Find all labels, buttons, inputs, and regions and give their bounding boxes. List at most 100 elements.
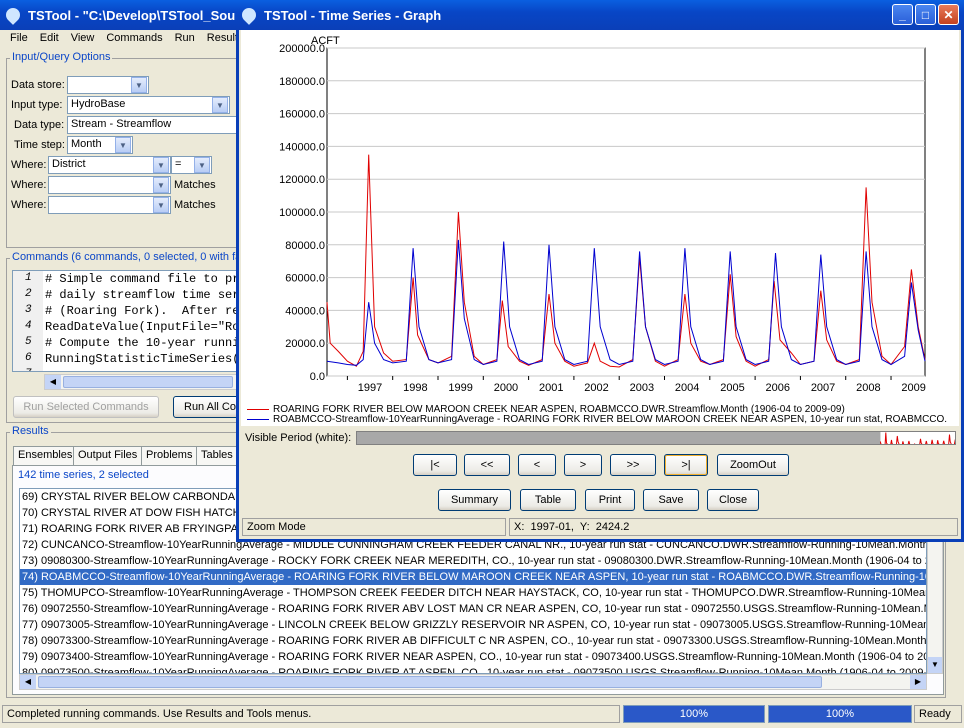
code-text: # (Roaring Fork). After re	[45, 304, 238, 318]
menu-edit[interactable]: Edit	[34, 30, 65, 48]
where3-operator[interactable]: Matches	[174, 199, 216, 211]
chevron-down-icon[interactable]: ▼	[115, 137, 131, 153]
scroll-left-arrow[interactable]: ◀	[45, 375, 61, 389]
progress-bar-2: 100%	[768, 705, 912, 723]
menu-view[interactable]: View	[65, 30, 101, 48]
list-hscrollbar[interactable]: ◀ ▶	[19, 674, 927, 690]
datatype-label: Data type:	[14, 119, 65, 131]
chevron-down-icon[interactable]: ▼	[131, 77, 147, 93]
y-tick-label: 140000.0	[279, 141, 325, 153]
zoomout-button[interactable]: ZoomOut	[717, 454, 789, 476]
status-text: Completed running commands. Use Results …	[2, 705, 620, 723]
close-window-button[interactable]: ✕	[938, 4, 959, 25]
code-text: # daily streamflow time ser	[45, 288, 238, 302]
visible-period-bar[interactable]	[356, 431, 956, 445]
legend-swatch-blue	[247, 418, 269, 420]
where3-label: Where:	[11, 199, 47, 211]
menu-file[interactable]: File	[4, 30, 34, 48]
inputtype-select[interactable]: HydroBase	[67, 96, 230, 114]
x-tick-label: 2008	[856, 382, 880, 394]
datatype-select[interactable]: Stream - Streamflow	[67, 116, 237, 134]
minimize-button[interactable]: _	[892, 4, 913, 25]
x-tick-label: 2002	[584, 382, 608, 394]
print-button[interactable]: Print	[585, 489, 635, 511]
nav-page-back-button[interactable]: <<	[464, 454, 510, 476]
table-button[interactable]: Table	[520, 489, 576, 511]
maximize-button[interactable]: □	[915, 4, 936, 25]
chevron-down-icon[interactable]: ▼	[153, 157, 169, 173]
x-tick-label: 2003	[630, 382, 654, 394]
scroll-thumb[interactable]	[63, 376, 233, 388]
x-tick-label: 2007	[811, 382, 835, 394]
list-item[interactable]: 75) THOMUPCO-Streamflow-10YearRunningAve…	[20, 585, 926, 601]
list-item[interactable]: 76) 09072550-Streamflow-10YearRunningAve…	[20, 601, 926, 617]
run-all-commands-button[interactable]: Run All Co	[173, 396, 239, 418]
command-editor[interactable]: 1 # Simple command file to pr 2 # daily str…	[12, 270, 238, 372]
tab-tables[interactable]: Tables	[196, 446, 238, 465]
y-tick-label: 20000.0	[285, 338, 325, 350]
scroll-left-arrow[interactable]: ◀	[20, 675, 36, 689]
nav-first-button[interactable]: |<	[413, 454, 457, 476]
y-tick-label: 180000.0	[279, 76, 325, 88]
list-item[interactable]: 74) ROABMCCO-Streamflow-10YearRunningAve…	[20, 569, 926, 585]
list-item[interactable]: 79) 09073400-Streamflow-10YearRunningAve…	[20, 649, 926, 665]
ready-status: Ready	[914, 705, 962, 723]
x-tick-label: 2006	[766, 382, 790, 394]
y-tick-label: 120000.0	[279, 174, 325, 186]
water-drop-icon	[3, 5, 23, 25]
tab-ensembles[interactable]: Ensembles	[13, 446, 78, 465]
nav-last-button[interactable]: >|	[664, 454, 708, 476]
run-selected-commands-button[interactable]: Run Selected Commands	[13, 396, 159, 418]
command-hscrollbar[interactable]: ◀	[44, 374, 238, 390]
x-tick-label: 2005	[720, 382, 744, 394]
save-button[interactable]: Save	[643, 489, 699, 511]
nav-back-button[interactable]: <	[518, 454, 556, 476]
x-tick-label: 1998	[403, 382, 427, 394]
tab-output-files[interactable]: Output Files	[73, 446, 143, 465]
menu-run[interactable]: Run	[169, 30, 201, 48]
chevron-down-icon[interactable]: ▼	[153, 197, 169, 213]
y-tick-label: 60000.0	[285, 273, 325, 285]
water-drop-icon	[239, 5, 259, 25]
chevron-down-icon[interactable]: ▼	[194, 157, 210, 173]
menu-commands[interactable]: Commands	[100, 30, 168, 48]
nav-page-forward-button[interactable]: >>	[610, 454, 656, 476]
main-menubar: File Edit View Commands Run Results	[4, 30, 249, 48]
period-overview-series	[879, 432, 955, 444]
input-query-title: Input/Query Options	[10, 51, 113, 63]
series-line-1	[326, 154, 926, 368]
chevron-down-icon[interactable]: ▼	[153, 177, 169, 193]
graph-window-title: TSTool - Time Series - Graph	[264, 7, 442, 23]
main-window-titlebar: TSTool - "C:\Develop\TSTool_Sour	[0, 0, 236, 30]
x-tick-label: 1999	[448, 382, 472, 394]
commands-header: Commands (6 commands, 0 selected, 0 with…	[10, 251, 236, 263]
streamflow-chart[interactable]: 0.0 20000.0 40000.0 60000.0 80000.0 100000.0 1…	[241, 30, 959, 400]
line-number: 5	[25, 336, 32, 348]
list-item[interactable]: 78) 09073300-Streamflow-10YearRunningAve…	[20, 633, 926, 649]
code-text: ReadDateValue(InputFile="Ro	[45, 320, 238, 334]
close-button[interactable]: Close	[707, 489, 759, 511]
summary-button[interactable]: Summary	[438, 489, 511, 511]
y-axis-label: ACFT	[311, 35, 340, 47]
where1-label: Where:	[11, 159, 47, 171]
tab-problems[interactable]: Problems	[141, 446, 198, 465]
nav-forward-button[interactable]: >	[564, 454, 602, 476]
time-series-count: 142 time series, 2 selected	[16, 469, 151, 481]
list-item[interactable]: 77) 09073005-Streamflow-10YearRunningAve…	[20, 617, 926, 633]
x-tick-label: 2000	[494, 382, 518, 394]
line-number: 1	[25, 272, 32, 284]
line-number: 3	[25, 304, 32, 316]
graph-window: TSTool - Time Series - Graph _ □ ✕ 0.0 20…	[236, 0, 964, 542]
scroll-down-arrow[interactable]: ▼	[928, 657, 942, 673]
legend-label-2: ROABMCCO-Streamflow-10YearRunningAverage…	[273, 414, 948, 425]
scroll-thumb[interactable]	[38, 676, 822, 688]
line-number: 2	[25, 288, 32, 300]
scroll-right-arrow[interactable]: ▶	[910, 675, 926, 689]
where2-operator[interactable]: Matches	[174, 179, 216, 191]
line-number: 4	[25, 320, 32, 332]
chart-legend: ROARING FORK RIVER BELOW MAROON CREEK NE…	[241, 400, 959, 426]
list-item[interactable]: 80) 09073500-Streamflow-10YearRunningAve…	[20, 665, 926, 673]
list-item[interactable]: 73) 09080300-Streamflow-10YearRunningAve…	[20, 553, 926, 569]
chevron-down-icon[interactable]: ▼	[212, 97, 228, 113]
code-text: # Simple command file to pr	[45, 272, 238, 286]
